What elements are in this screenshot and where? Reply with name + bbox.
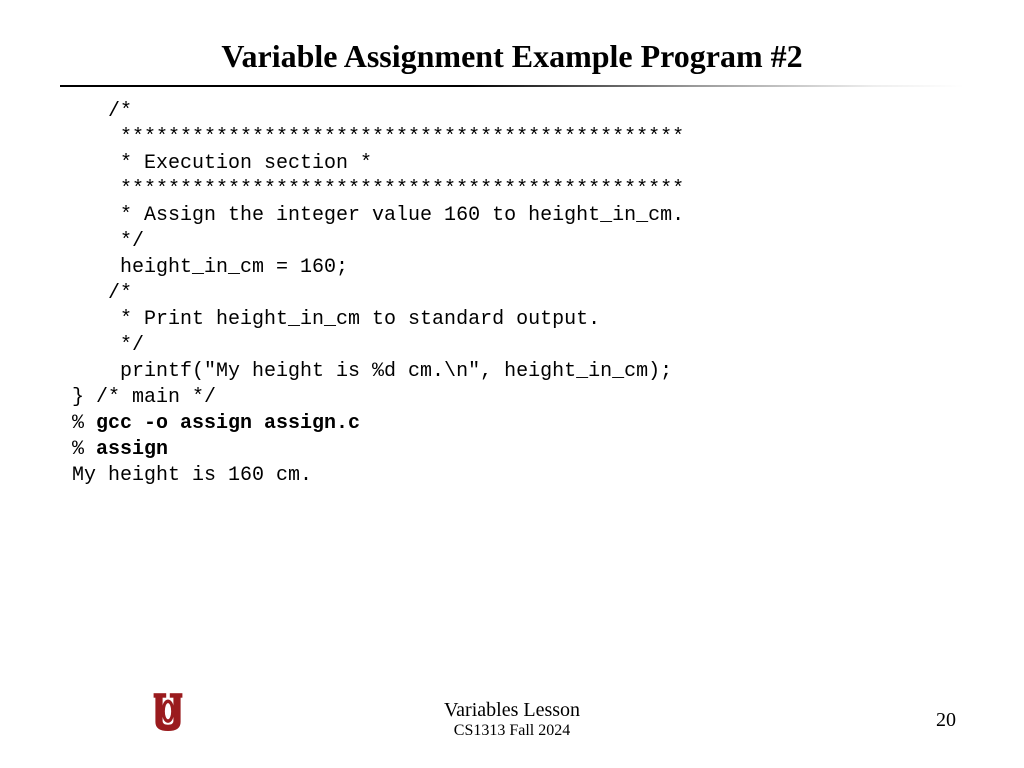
lesson-title: Variables Lesson (0, 699, 1024, 722)
slide-title: Variable Assignment Example Program #2 (0, 0, 1024, 85)
prompt: % (72, 412, 96, 435)
page-number: 20 (936, 709, 956, 732)
code-block: /* *************************************… (72, 99, 1024, 489)
code-line: /* (72, 282, 132, 305)
code-line: ****************************************… (72, 178, 684, 201)
command: assign (96, 438, 168, 461)
code-line: /* (72, 100, 132, 123)
code-line: printf("My height is %d cm.\n", height_i… (72, 360, 672, 383)
title-underline (60, 85, 964, 87)
output-line: My height is 160 cm. (72, 464, 312, 487)
code-line: * Execution section * (72, 152, 372, 175)
code-line: * Print height_in_cm to standard output. (72, 308, 600, 331)
command: gcc -o assign assign.c (96, 412, 360, 435)
code-line: */ (72, 334, 144, 357)
code-line: ****************************************… (72, 126, 684, 149)
code-line: */ (72, 230, 144, 253)
code-line: height_in_cm = 160; (72, 256, 348, 279)
code-line: * Assign the integer value 160 to height… (72, 204, 684, 227)
prompt: % (72, 438, 96, 461)
code-line: } /* main */ (72, 386, 216, 409)
course-info: CS1313 Fall 2024 (0, 722, 1024, 740)
footer-center: Variables Lesson CS1313 Fall 2024 (0, 699, 1024, 740)
